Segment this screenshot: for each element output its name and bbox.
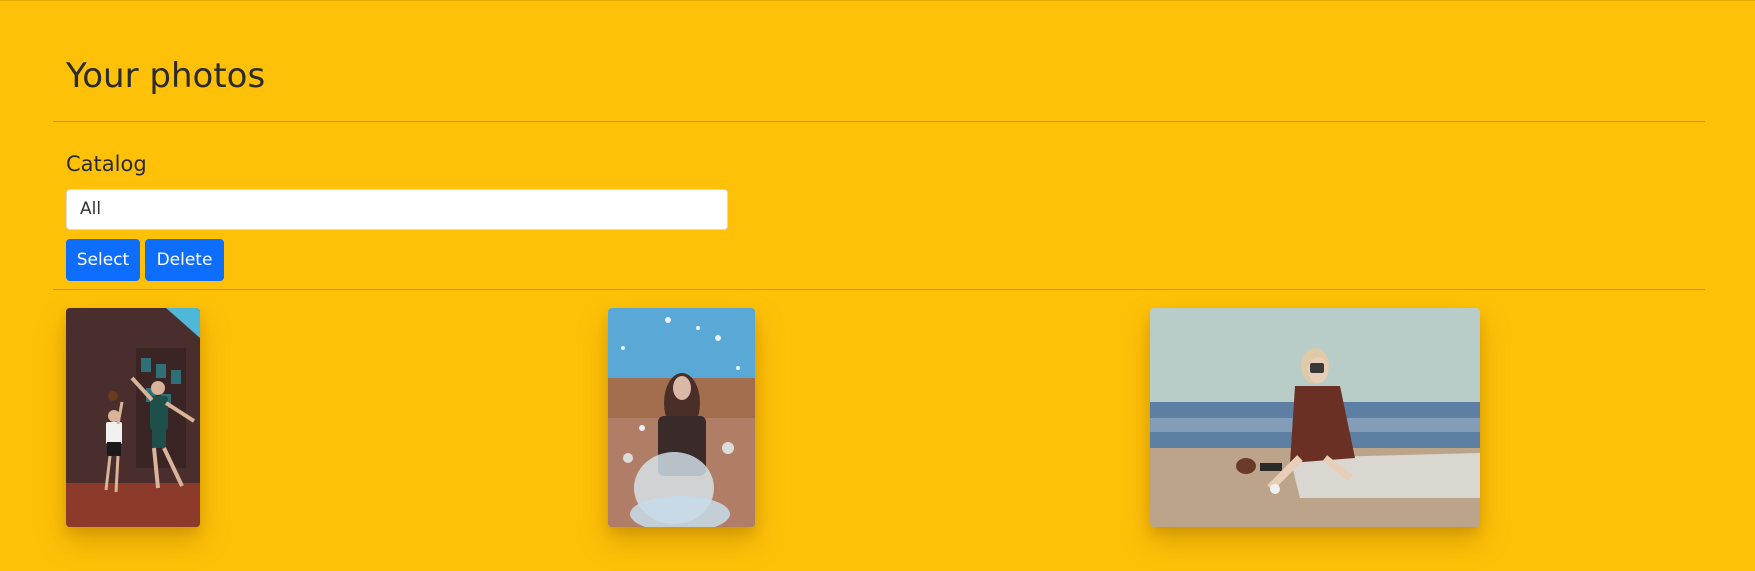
catalog-select-value: All — [80, 199, 102, 219]
photo-splash-image — [608, 308, 755, 527]
catalog-select[interactable]: All — [66, 189, 728, 230]
select-button[interactable]: Select — [66, 239, 140, 281]
page-title: Your photos — [66, 56, 266, 96]
photo-splash[interactable] — [608, 308, 755, 527]
page: Your photos Catalog All Select Delete — [0, 0, 1755, 571]
photo-basketball[interactable] — [66, 308, 200, 527]
photo-basketball-image — [66, 308, 200, 527]
divider-top — [53, 121, 1705, 122]
photo-beach-image — [1150, 308, 1480, 527]
catalog-label: Catalog — [66, 152, 147, 176]
photo-beach[interactable] — [1150, 308, 1480, 527]
delete-button[interactable]: Delete — [145, 239, 224, 281]
top-border — [0, 0, 1755, 1]
divider-bottom — [53, 289, 1705, 290]
